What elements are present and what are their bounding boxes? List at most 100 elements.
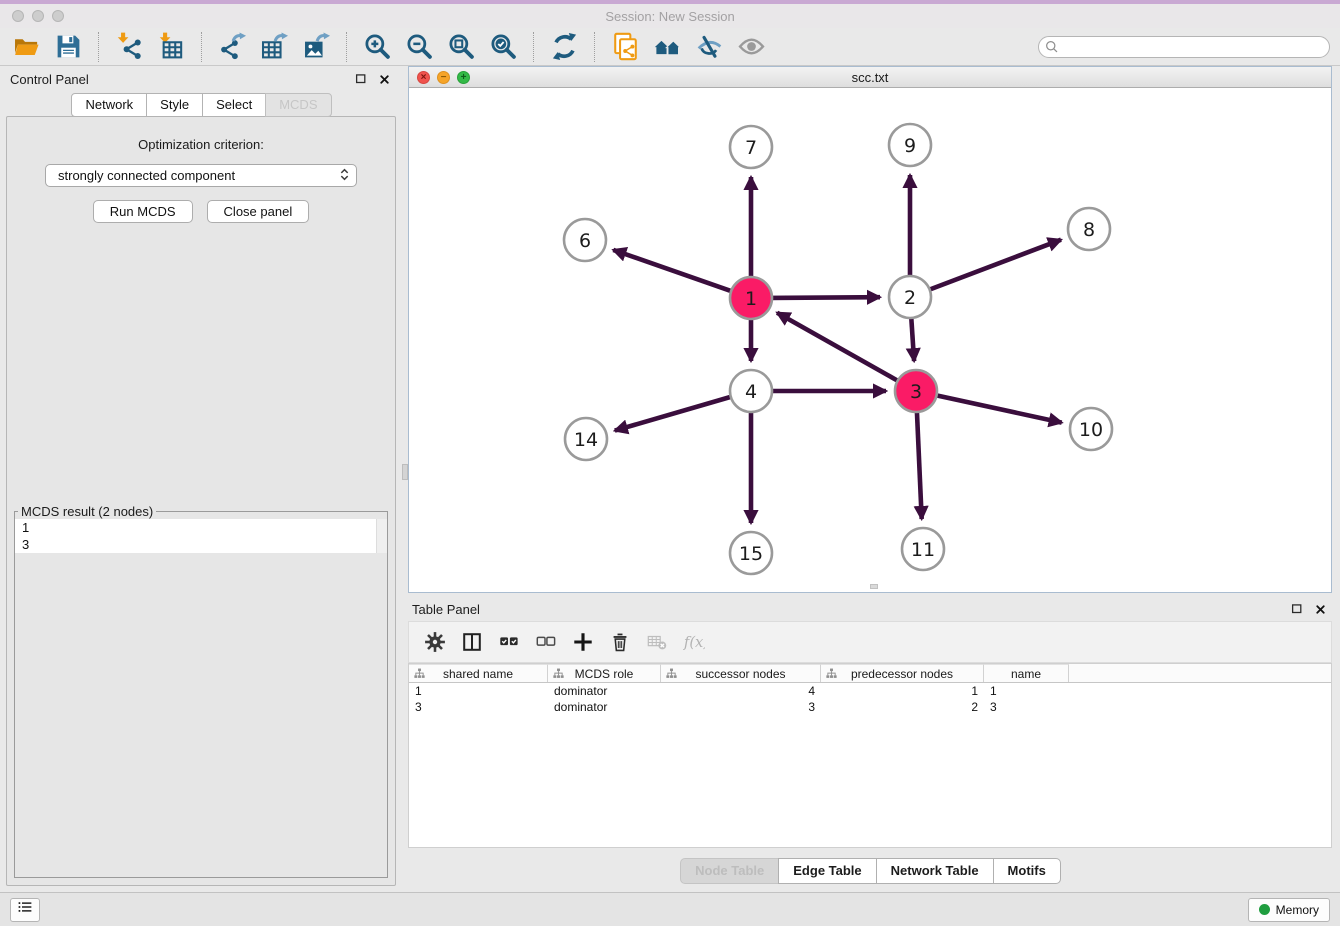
node-15[interactable]: 15 (730, 532, 772, 574)
cell-shared-name: 3 (409, 700, 548, 714)
svg-text:2: 2 (904, 287, 916, 309)
cell-shared-name: 1 (409, 684, 548, 698)
edge-2-8[interactable] (927, 240, 1061, 291)
node-8[interactable]: 8 (1068, 208, 1110, 250)
open-session-icon[interactable] (10, 31, 42, 63)
add-row-icon[interactable] (571, 630, 595, 654)
minimize-frame-icon[interactable]: − (437, 71, 450, 84)
network-canvas[interactable]: 7 9 6 8 1 2 4 3 14 10 15 11 (409, 88, 1331, 591)
close-table-panel-icon[interactable] (1312, 601, 1328, 617)
optimization-label: Optimization criterion: (138, 137, 264, 152)
canvas-grip-icon[interactable] (870, 584, 878, 589)
tab-network[interactable]: Network (71, 93, 147, 117)
close-panel-button[interactable]: Close panel (207, 200, 310, 223)
mcds-result-group: MCDS result (2 nodes) 13 (14, 504, 388, 878)
export-table-icon[interactable] (258, 31, 290, 63)
zoom-out-icon[interactable] (403, 31, 435, 63)
node-7[interactable]: 7 (730, 126, 772, 168)
delete-table-icon (645, 630, 669, 654)
edge-3-1[interactable] (777, 313, 900, 383)
edge-1-2[interactable] (769, 297, 880, 298)
float-table-panel-icon[interactable] (1289, 601, 1305, 617)
cell-successor-nodes: 3 (661, 700, 821, 714)
network-window-controls: × − + (417, 71, 470, 84)
edge-4-14[interactable] (615, 396, 734, 431)
apply-layout-icon[interactable] (548, 31, 580, 63)
task-history-button[interactable] (10, 898, 40, 922)
column-header-name[interactable]: name (984, 664, 1069, 682)
mcds-result-item: 3 (15, 536, 387, 553)
table-panel-title: Table Panel (412, 602, 480, 617)
network-window-titlebar[interactable]: × − + scc.txt (409, 67, 1331, 88)
home-layout-icon[interactable] (651, 31, 683, 63)
node-4[interactable]: 4 (730, 370, 772, 412)
criterion-select[interactable]: strongly connected component (45, 164, 357, 187)
network-graph[interactable]: 7 9 6 8 1 2 4 3 14 10 15 11 (409, 88, 1331, 591)
svg-text:f(x): f(x) (683, 634, 705, 651)
select-all-icon[interactable] (497, 630, 521, 654)
edge-3-11[interactable] (917, 409, 922, 519)
svg-text:14: 14 (574, 429, 598, 451)
maximize-frame-icon[interactable]: + (457, 71, 470, 84)
app-titlebar: Session: New Session (0, 4, 1340, 28)
export-network-icon[interactable] (216, 31, 248, 63)
tab-motifs[interactable]: Motifs (993, 858, 1061, 884)
export-image-icon[interactable] (300, 31, 332, 63)
minimize-window-icon[interactable] (32, 10, 44, 22)
table-row[interactable]: 1dominator411 (409, 683, 1331, 699)
show-style-icon[interactable] (693, 31, 725, 63)
chevron-updown-icon (337, 167, 352, 185)
run-mcds-button[interactable]: Run MCDS (93, 200, 193, 223)
column-header-predecessor-nodes[interactable]: predecessor nodes (821, 664, 984, 682)
node-1[interactable]: 1 (730, 277, 772, 319)
memory-button[interactable]: Memory (1248, 898, 1330, 922)
network-window: × − + scc.txt 7 9 6 8 1 2 4 3 14 10 15 11 (408, 66, 1332, 593)
node-10[interactable]: 10 (1070, 408, 1112, 450)
column-header-mcds-role[interactable]: MCDS role (548, 664, 661, 682)
column-header-successor-nodes[interactable]: successor nodes (661, 664, 821, 682)
settings-gear-icon[interactable] (423, 630, 447, 654)
node-2[interactable]: 2 (889, 276, 931, 318)
tab-select[interactable]: Select (202, 93, 266, 117)
zoom-in-icon[interactable] (361, 31, 393, 63)
network-window-title: scc.txt (852, 70, 889, 85)
edge-2-3[interactable] (911, 315, 914, 361)
zoom-window-icon[interactable] (52, 10, 64, 22)
node-9[interactable]: 9 (889, 124, 931, 166)
status-bar: Memory (0, 892, 1340, 926)
zoom-selected-icon[interactable] (487, 31, 519, 63)
cell-name: 1 (984, 684, 1069, 698)
import-network-icon[interactable] (113, 31, 145, 63)
import-table-icon[interactable] (155, 31, 187, 63)
edge-1-6[interactable] (613, 250, 734, 292)
tab-edge-table[interactable]: Edge Table (778, 858, 876, 884)
tab-node-table[interactable]: Node Table (680, 858, 779, 884)
tab-style[interactable]: Style (146, 93, 203, 117)
save-session-icon[interactable] (52, 31, 84, 63)
result-scrollbar[interactable] (376, 519, 387, 553)
float-panel-icon[interactable] (353, 71, 369, 87)
close-frame-icon[interactable]: × (417, 71, 430, 84)
node-11[interactable]: 11 (902, 528, 944, 570)
zoom-fit-icon[interactable] (445, 31, 477, 63)
column-header-shared-name[interactable]: shared name (409, 664, 548, 682)
table-tabs: Node TableEdge TableNetwork TableMotifs (408, 858, 1332, 884)
search-input[interactable] (1038, 36, 1330, 58)
node-14[interactable]: 14 (565, 418, 607, 460)
node-3[interactable]: 3 (895, 370, 937, 412)
tab-network-table[interactable]: Network Table (876, 858, 994, 884)
table-row[interactable]: 3dominator323 (409, 699, 1331, 715)
mcds-result-box[interactable]: 13 (15, 519, 387, 553)
clone-network-icon[interactable] (609, 31, 641, 63)
table-body: 1dominator4113dominator323 (409, 683, 1331, 715)
close-window-icon[interactable] (12, 10, 24, 22)
close-panel-icon[interactable] (376, 71, 392, 87)
svg-text:15: 15 (739, 543, 763, 565)
delete-row-icon[interactable] (608, 630, 632, 654)
deselect-all-icon[interactable] (534, 630, 558, 654)
edge-3-10[interactable] (934, 395, 1062, 423)
node-6[interactable]: 6 (564, 219, 606, 261)
column-split-icon[interactable] (460, 630, 484, 654)
tab-mcds[interactable]: MCDS (265, 93, 331, 117)
column-label: name (1011, 667, 1041, 681)
